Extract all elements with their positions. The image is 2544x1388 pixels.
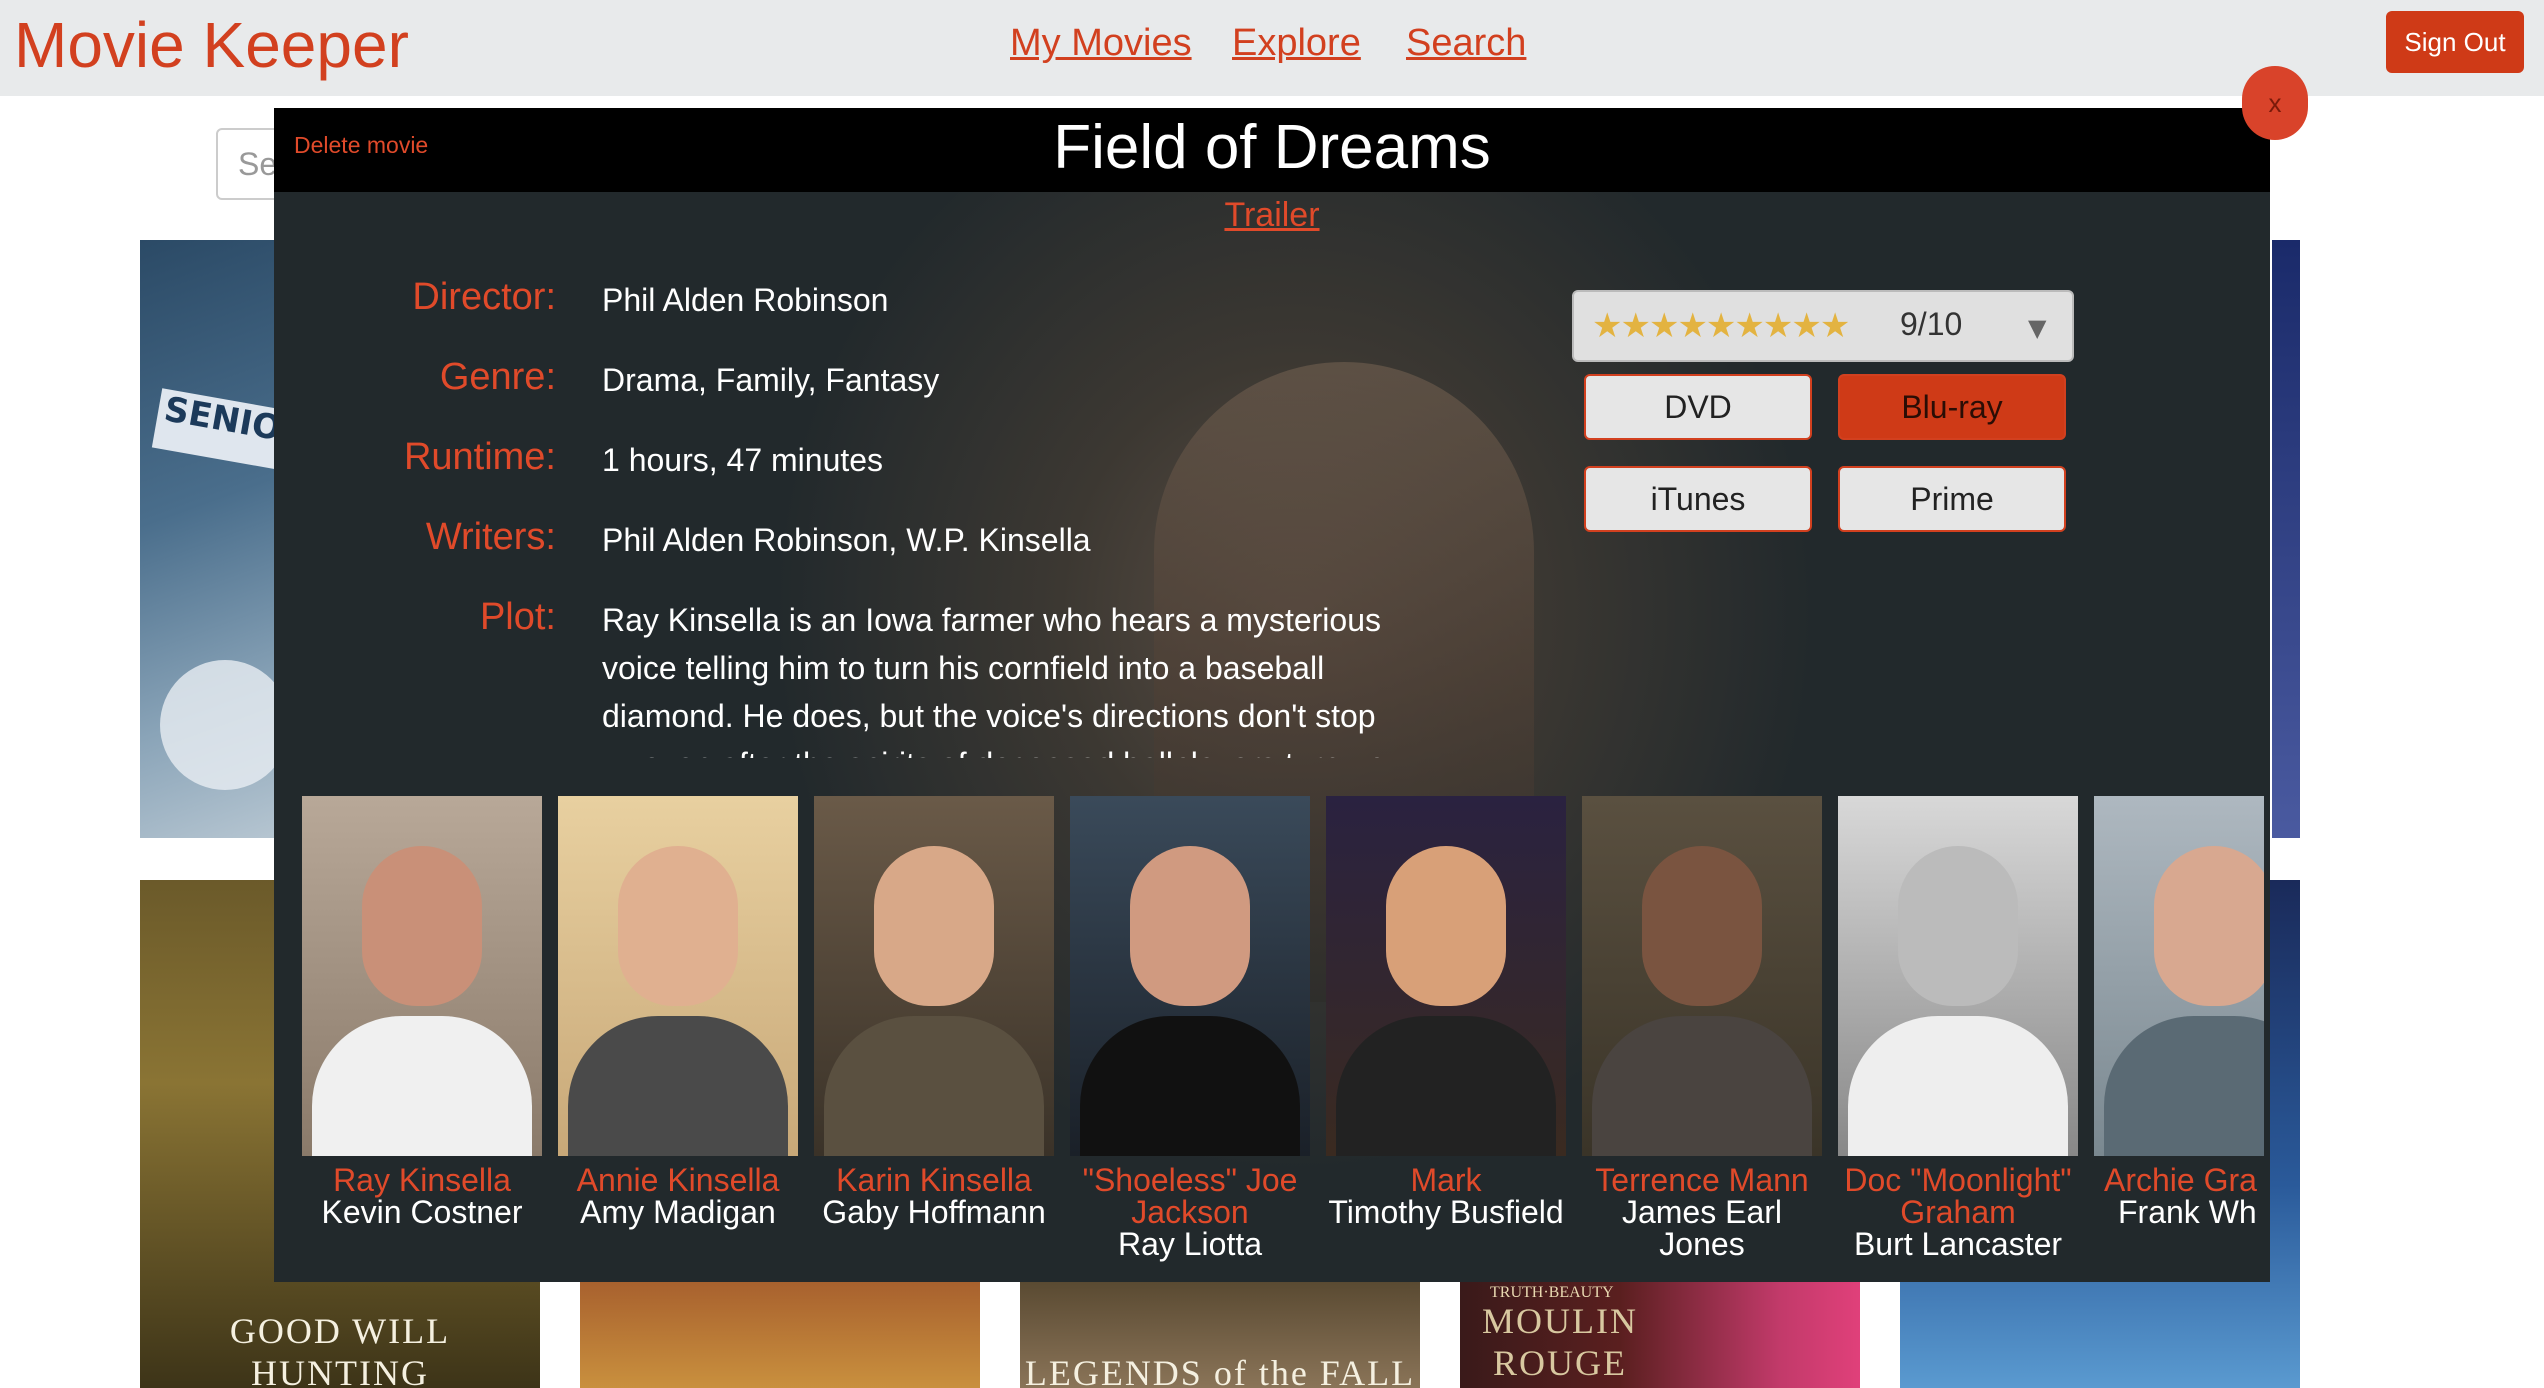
nav-explore[interactable]: Explore <box>1232 22 1361 65</box>
actor-photo <box>1326 796 1566 1156</box>
format-prime-button[interactable]: Prime <box>1838 466 2066 532</box>
movie-detail-modal: Delete movie Field of Dreams Trailer Dir… <box>274 108 2270 1282</box>
runtime-label: Runtime: <box>403 436 556 478</box>
rating-value: 9/10 <box>1900 306 1963 342</box>
actor-photo <box>814 796 1054 1156</box>
cast-list: Ray Kinsella Kevin Costner Annie Kinsell… <box>302 796 2264 1282</box>
actor-name: Ray Liotta <box>1117 1226 1263 1262</box>
chevron-down-icon: ▼ <box>2028 314 2047 342</box>
actor-photo <box>1070 796 1310 1156</box>
cast-card[interactable]: Archie Gra Frank Wh <box>2094 796 2264 1228</box>
sign-out-button[interactable]: Sign Out <box>2386 11 2524 73</box>
poster-top-right[interactable] <box>2272 240 2300 838</box>
actor-name: Burt Lancaster <box>1853 1226 2063 1262</box>
rating-select[interactable]: ★★★★★★★★★ 9/10 ▼ <box>1572 290 2074 362</box>
writers-value: Phil Alden Robinson, W.P. Kinsella <box>602 522 1091 558</box>
runtime-value: 1 hours, 47 minutes <box>602 442 884 478</box>
format-bluray-button[interactable]: Blu-ray <box>1838 374 2066 440</box>
actor-photo <box>1582 796 1822 1156</box>
rating-stars-icon: ★★★★★★★★★ <box>1592 306 1850 346</box>
actor-photo <box>1838 796 2078 1156</box>
poster-moulin-rouge[interactable]: TRUTH·BEAUTY MOULIN ROUGE <box>1460 1282 1860 1388</box>
brand-logo[interactable]: Movie Keeper <box>14 8 409 82</box>
trailer-link[interactable]: Trailer <box>274 196 2270 235</box>
character-name: Terrence Mann <box>1595 1162 1809 1198</box>
writers-label: Writers: <box>425 516 556 558</box>
actor-name: Gaby Hoffmann <box>822 1194 1046 1230</box>
cast-card[interactable]: Karin Kinsella Gaby Hoffmann <box>814 796 1054 1228</box>
director-label: Director: <box>412 276 556 318</box>
nav-search[interactable]: Search <box>1406 22 1526 65</box>
poster-title: LEGENDS of the FALL <box>1024 1353 1416 1388</box>
format-itunes-button[interactable]: iTunes <box>1584 466 1812 532</box>
character-name: Ray Kinsella <box>333 1162 511 1198</box>
close-modal-button[interactable]: x <box>2242 66 2308 140</box>
cast-card[interactable]: Doc "Moonlight" Graham Burt Lancaster <box>1838 796 2078 1260</box>
cast-card[interactable]: Annie Kinsella Amy Madigan <box>558 796 798 1228</box>
character-name: Archie Gra <box>2104 1162 2257 1198</box>
genre-label: Genre: <box>439 356 556 398</box>
actor-name: Timothy Busfield <box>1328 1194 1564 1230</box>
poster-western[interactable] <box>580 1282 980 1388</box>
character-name: Doc "Moonlight" Graham <box>1844 1162 2072 1230</box>
plot-text[interactable]: Ray Kinsella is an Iowa farmer who hears… <box>602 596 1392 758</box>
character-name: Mark <box>1410 1162 1482 1198</box>
actor-photo <box>2094 796 2264 1156</box>
actor-name: James Earl Jones <box>1621 1194 1783 1262</box>
poster-legends-of-the-fall[interactable]: LEGENDS of the FALL <box>1020 1282 1420 1388</box>
poster-title: MOULIN ROUGE <box>1482 1301 1638 1383</box>
actor-name: Kevin Costner <box>321 1194 523 1230</box>
cast-card[interactable]: Ray Kinsella Kevin Costner <box>302 796 542 1228</box>
genre-value: Drama, Family, Fantasy <box>602 362 940 398</box>
character-name: Annie Kinsella <box>576 1162 780 1198</box>
movie-title: Field of Dreams <box>1053 113 1491 182</box>
modal-header: Delete movie Field of Dreams <box>274 108 2270 192</box>
poster-title: GOOD WILL HUNTING <box>229 1311 451 1388</box>
plot-label: Plot: <box>479 596 556 638</box>
nav-my-movies[interactable]: My Movies <box>1010 22 1192 65</box>
actor-name: Amy Madigan <box>580 1194 776 1230</box>
poster-balloons <box>160 660 290 790</box>
search-placeholder: Se <box>238 146 278 182</box>
top-navbar: Movie Keeper My Movies Explore Search Si… <box>0 0 2544 96</box>
director-value: Phil Alden Robinson <box>602 282 889 318</box>
cast-card[interactable]: Mark Timothy Busfield <box>1326 796 1566 1228</box>
format-dvd-button[interactable]: DVD <box>1584 374 1812 440</box>
actor-name: Frank Wh <box>2118 1194 2257 1230</box>
actor-photo <box>302 796 542 1156</box>
cast-card[interactable]: Terrence Mann James Earl Jones <box>1582 796 1822 1260</box>
actor-photo <box>558 796 798 1156</box>
character-name: "Shoeless" Joe Jackson <box>1082 1162 1298 1230</box>
cast-card[interactable]: "Shoeless" Joe Jackson Ray Liotta <box>1070 796 1310 1260</box>
character-name: Karin Kinsella <box>836 1162 1032 1198</box>
